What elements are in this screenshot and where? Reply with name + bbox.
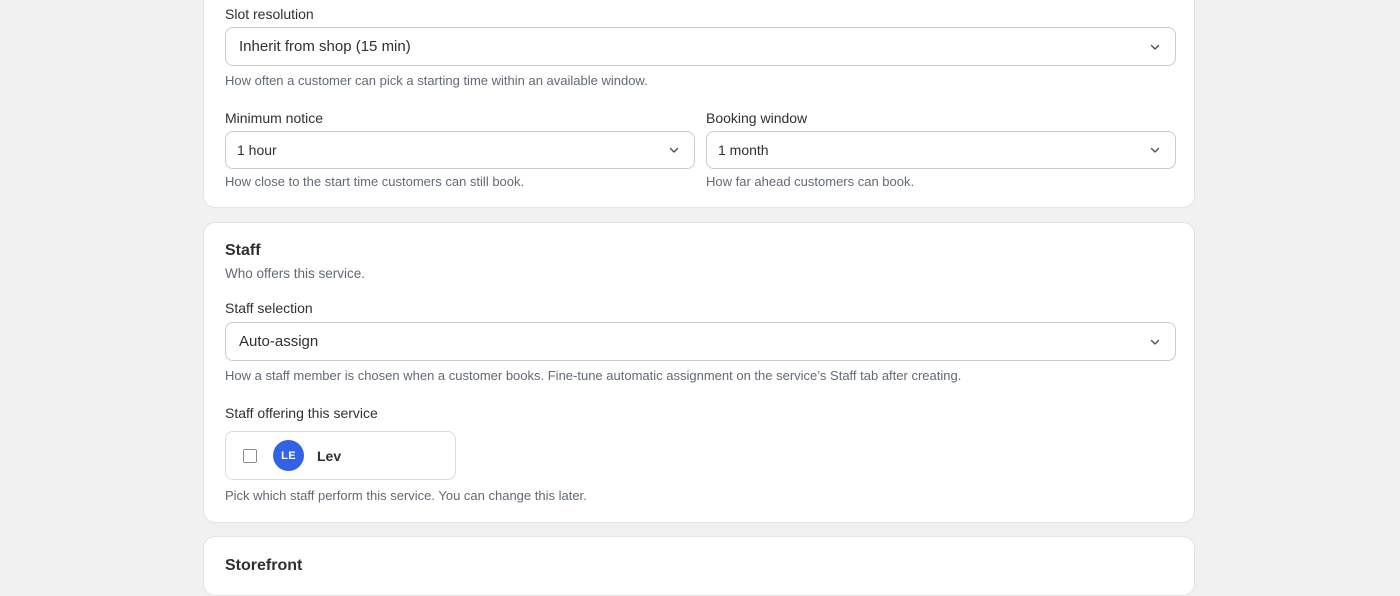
- staff-offering-label: Staff offering this service: [225, 405, 378, 421]
- minimum-notice-help: How close to the start time customers ca…: [225, 174, 525, 189]
- staff-offering-help: Pick which staff perform this service. Y…: [225, 488, 587, 503]
- minimum-notice-select[interactable]: 1 hour: [225, 131, 695, 169]
- staff-member-name: Lev: [317, 447, 342, 464]
- staff-selection-select[interactable]: Auto-assign: [225, 322, 1176, 361]
- booking-window-value: 1 month: [718, 142, 769, 158]
- avatar: LE: [273, 440, 304, 471]
- slot-resolution-help: How often a customer can pick a starting…: [225, 73, 648, 88]
- booking-window-help: How far ahead customers can book.: [706, 174, 915, 189]
- slot-resolution-select[interactable]: Inherit from shop (15 min): [225, 27, 1176, 66]
- booking-window-select[interactable]: 1 month: [706, 131, 1176, 169]
- minimum-notice-value: 1 hour: [237, 142, 277, 158]
- staff-section-subtitle: Who offers this service.: [225, 266, 366, 281]
- slot-resolution-label: Slot resolution: [225, 6, 314, 22]
- chevron-down-icon: [666, 142, 682, 158]
- staff-selection-label: Staff selection: [225, 300, 313, 316]
- chevron-down-icon: [1147, 334, 1163, 350]
- staff-selection-help: How a staff member is chosen when a cust…: [225, 368, 962, 383]
- scheduling-card: Slot resolution Inherit from shop (15 mi…: [203, 0, 1195, 208]
- storefront-card: Storefront: [203, 536, 1195, 596]
- staff-member-option[interactable]: LE Lev: [225, 431, 456, 480]
- staff-card: Staff Who offers this service. Staff sel…: [203, 222, 1195, 523]
- staff-member-checkbox[interactable]: [243, 448, 257, 463]
- slot-resolution-value: Inherit from shop (15 min): [239, 38, 411, 55]
- staff-section-title: Staff: [225, 242, 261, 259]
- storefront-section-title: Storefront: [225, 557, 303, 574]
- booking-window-label: Booking window: [706, 110, 808, 126]
- chevron-down-icon: [1147, 142, 1163, 158]
- staff-selection-value: Auto-assign: [239, 333, 319, 350]
- chevron-down-icon: [1147, 39, 1163, 55]
- minimum-notice-label: Minimum notice: [225, 110, 324, 126]
